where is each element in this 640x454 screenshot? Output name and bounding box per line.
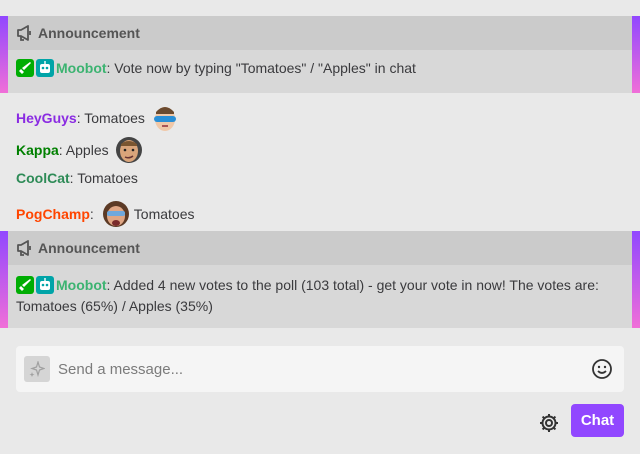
announcement-message: Moobot: Added 4 new votes to the poll (1… (0, 265, 640, 325)
chat-input-container (16, 346, 624, 392)
chat-panel: Announcement Moobot: Vote now by typing … (0, 0, 640, 454)
announcement-label: Announcement (38, 25, 140, 41)
chat-input[interactable] (58, 360, 590, 378)
chat-send-button[interactable]: Chat (571, 404, 624, 437)
chat-message: HeyGuys: Tomatoes (16, 104, 183, 132)
bot-icon (36, 59, 54, 77)
announcement-1: Announcement Moobot: Vote now by typing … (0, 16, 640, 93)
chat-username[interactable]: HeyGuys (16, 108, 77, 128)
pogchamp-emote (101, 200, 130, 228)
chat-username[interactable]: Moobot (56, 60, 107, 76)
moderator-sword-icon (16, 276, 34, 294)
chat-username[interactable]: CoolCat (16, 168, 70, 188)
chat-message: PogChamp: Tomatoes (16, 200, 194, 228)
chat-message-separator: : (89, 206, 94, 222)
chat-message-text: : Tomatoes (69, 170, 138, 186)
emoji-smile-icon[interactable] (590, 357, 614, 381)
chat-message-text: : Apples (58, 142, 109, 158)
chat-message-text: : Tomatoes (76, 110, 145, 126)
moderator-sword-icon (16, 59, 34, 77)
chat-message: Kappa: Apples (16, 136, 147, 164)
chat-message: CoolCat: Tomatoes (16, 168, 138, 188)
gear-icon[interactable] (537, 411, 561, 435)
chat-username[interactable]: Kappa (16, 140, 59, 160)
chat-message-text: : Vote now by typing "Tomatoes" / "Apple… (106, 60, 416, 76)
sparkle-icon[interactable] (24, 356, 50, 382)
kappa-emote (114, 136, 143, 164)
chat-username[interactable]: Moobot (56, 277, 107, 293)
announcement-2: Announcement Moobot: Added 4 new votes t… (0, 231, 640, 328)
announcement-message: Moobot: Vote now by typing "Tomatoes" / … (0, 50, 640, 87)
chat-username[interactable]: PogChamp (16, 204, 90, 224)
chat-message-text: Tomatoes (133, 206, 195, 222)
megaphone-icon (17, 25, 31, 41)
announcement-header: Announcement (0, 16, 640, 50)
announcement-label: Announcement (38, 240, 140, 256)
announcement-header: Announcement (0, 231, 640, 265)
heyguys-emote (150, 104, 179, 132)
bot-icon (36, 276, 54, 294)
megaphone-icon (17, 240, 31, 256)
